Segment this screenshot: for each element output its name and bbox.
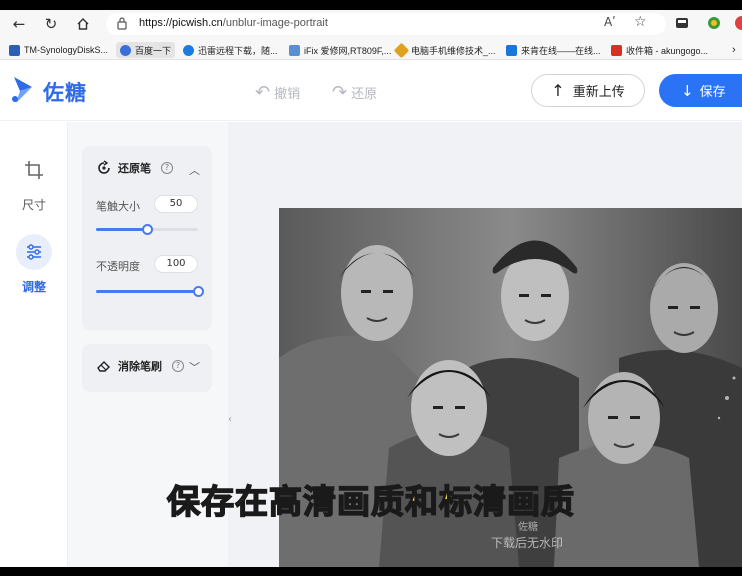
bookmark-item[interactable]: 百度一下 bbox=[116, 42, 176, 58]
app-header: 佐糖 ↶ 撤销 ↷ 还原 ↑ 重新上传 ↓ 保存 bbox=[0, 61, 742, 121]
chevron-down-icon[interactable]: ﹀ bbox=[189, 359, 200, 375]
rail-item-size[interactable]: 尺寸 bbox=[0, 152, 68, 213]
redo-button[interactable]: ↷ 还原 bbox=[332, 83, 377, 102]
erase-brush-card[interactable]: 消除笔刷 ? ﹀ bbox=[82, 344, 212, 392]
url-text: https://picwish.cn/unblur-image-portrait bbox=[139, 17, 328, 29]
opacity-handle[interactable] bbox=[193, 286, 204, 297]
brush-size-label: 笔触大小 bbox=[96, 200, 140, 213]
rail-item-adjust[interactable]: 调整 bbox=[0, 234, 68, 295]
bookmark-item[interactable]: TM-SynologyDiskS... bbox=[9, 42, 108, 58]
bookmark-label: 电脑手机维修技术_... bbox=[411, 45, 496, 56]
save-button[interactable]: ↓ 保存 bbox=[659, 74, 742, 107]
collections-icon[interactable] bbox=[674, 15, 690, 31]
upload-arrow-icon: ↑ bbox=[551, 81, 565, 100]
refresh-icon[interactable]: ↻ bbox=[41, 14, 61, 34]
profile-icon[interactable] bbox=[734, 15, 742, 31]
bookmark-item[interactable]: 电脑手机维修技术_... bbox=[393, 42, 496, 58]
eraser-icon bbox=[97, 361, 110, 372]
erase-brush-header[interactable]: 消除笔刷 ? bbox=[96, 358, 184, 374]
bookmark-favicon bbox=[393, 42, 410, 58]
favorite-star-icon[interactable]: ☆ bbox=[634, 14, 647, 30]
restore-brush-header[interactable]: 还原笔 ? bbox=[96, 160, 173, 176]
restore-brush-title: 还原笔 bbox=[118, 162, 151, 175]
bookmark-label: 百度一下 bbox=[135, 45, 172, 56]
brush-size-fill bbox=[96, 228, 147, 231]
save-label: 保存 bbox=[699, 85, 726, 100]
redo-label: 还原 bbox=[351, 87, 378, 102]
collapse-panel-icon[interactable]: ‹ bbox=[228, 405, 236, 435]
rail-label: 尺寸 bbox=[21, 198, 46, 212]
erase-brush-title: 消除笔刷 bbox=[118, 360, 162, 373]
sliders-icon bbox=[16, 234, 52, 270]
help-icon[interactable]: ? bbox=[172, 360, 184, 372]
address-bar[interactable]: https://picwish.cn/unblur-image-portrait… bbox=[106, 13, 666, 35]
bookmark-label: 来肯在线——在线... bbox=[521, 45, 601, 56]
undo-icon: ↶ bbox=[255, 81, 271, 103]
bookmark-item[interactable]: 迅雷远程下载，随... bbox=[183, 42, 278, 58]
bookmark-item[interactable]: 来肯在线——在线... bbox=[506, 42, 601, 58]
undo-button[interactable]: ↶ 撤销 bbox=[255, 83, 300, 102]
bookmark-label: TM-SynologyDiskS... bbox=[24, 45, 109, 55]
opacity-slider[interactable] bbox=[96, 286, 204, 297]
undo-label: 撤销 bbox=[274, 87, 301, 102]
bookmark-favicon bbox=[506, 44, 517, 56]
bookmark-favicon bbox=[9, 44, 20, 56]
brush-size-input[interactable]: 50 bbox=[154, 195, 198, 213]
brush-size-slider[interactable] bbox=[96, 224, 198, 235]
reupload-button[interactable]: ↑ 重新上传 bbox=[531, 74, 645, 107]
restore-brush-icon bbox=[98, 160, 110, 174]
restore-brush-card: 还原笔 ? ︿ 笔触大小 50 不透明度 100 bbox=[82, 146, 212, 330]
bookmark-favicon bbox=[611, 44, 622, 56]
home-icon[interactable] bbox=[73, 14, 93, 34]
opacity-input[interactable]: 100 bbox=[154, 255, 198, 273]
help-icon[interactable]: ? bbox=[161, 162, 173, 174]
bookmark-label: 迅雷远程下载，随... bbox=[198, 45, 278, 56]
redo-icon: ↷ bbox=[332, 81, 348, 103]
watermark-brand: 佐糖 bbox=[518, 522, 538, 533]
bookmark-favicon bbox=[120, 44, 131, 56]
read-aloud-icon[interactable]: Aʹ bbox=[604, 15, 616, 29]
bookmark-favicon bbox=[289, 44, 300, 56]
brush-size-handle[interactable] bbox=[142, 224, 153, 235]
rail-label: 调整 bbox=[21, 280, 46, 294]
back-icon[interactable]: ← bbox=[9, 14, 29, 34]
crop-icon bbox=[25, 161, 43, 179]
opacity-fill bbox=[96, 290, 198, 293]
chevron-up-icon[interactable]: ︿ bbox=[189, 162, 200, 178]
logo-icon bbox=[12, 77, 32, 103]
letterbox-bar bbox=[0, 567, 742, 576]
watermark-text: 下载后无水印 bbox=[491, 536, 564, 550]
extension-icon[interactable] bbox=[706, 15, 722, 31]
bookmark-favicon bbox=[183, 44, 194, 56]
bookmarks-bar: TM-SynologyDiskS... 百度一下 迅雷远程下载，随... iFi… bbox=[0, 38, 742, 60]
lock-icon bbox=[117, 17, 127, 30]
bookmark-label: iFix 爱修网,RT809F,... bbox=[304, 45, 392, 56]
brand-name: 佐糖 bbox=[43, 81, 87, 105]
more-bookmarks-icon[interactable]: › bbox=[732, 42, 736, 58]
reupload-label: 重新上传 bbox=[572, 85, 625, 100]
bookmark-label: 收件箱 - akungogo... bbox=[626, 45, 709, 56]
screen: ← ↻ https://picwish.cn/unblur-image-port… bbox=[0, 10, 742, 567]
browser-toolbar: ← ↻ https://picwish.cn/unblur-image-port… bbox=[0, 10, 742, 38]
video-caption: 保存在高清画质和标清画质 bbox=[166, 481, 575, 522]
opacity-label: 不透明度 bbox=[96, 260, 140, 273]
download-arrow-icon: ↓ bbox=[681, 81, 694, 100]
bookmark-item[interactable]: iFix 爱修网,RT809F,... bbox=[289, 42, 391, 58]
bookmark-item[interactable]: 收件箱 - akungogo... bbox=[611, 42, 708, 58]
